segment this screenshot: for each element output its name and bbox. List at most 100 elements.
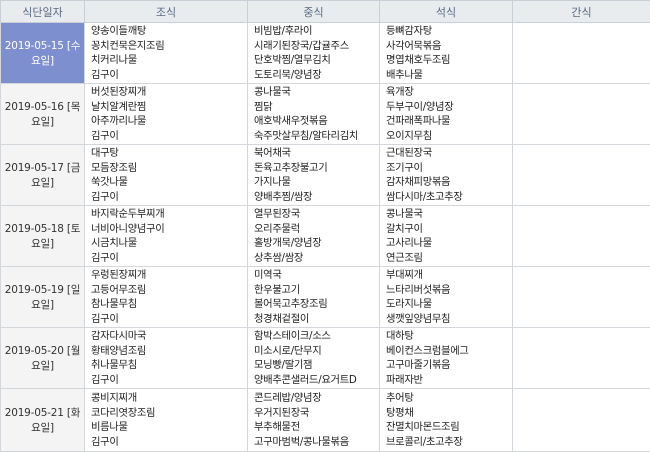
menu-item: 우거지된장국 xyxy=(254,406,379,421)
lunch-cell: 북어채국돈육고추장불고기가지나물양배추찜/쌈장 xyxy=(248,145,380,206)
snack-cell xyxy=(513,389,650,452)
menu-item: 김구이 xyxy=(91,435,247,450)
snack-cell xyxy=(513,84,650,145)
menu-item: 아주까리나물 xyxy=(91,114,247,129)
date-cell[interactable]: 2019-05-17 [금요일] xyxy=(1,145,85,206)
table-row[interactable]: 2019-05-15 [수요일]양송이들깨탕꽁치컨묵은지조림치커리나물김구이비빔… xyxy=(1,23,650,84)
date-cell[interactable]: 2019-05-16 [목요일] xyxy=(1,84,85,145)
menu-item: 황태양념조림 xyxy=(91,344,247,359)
menu-list: 비빔밥/후라이시래기된장국/갑귤주스단호박찜/열무김치도토리묵/양념장 xyxy=(254,24,379,82)
menu-item: 양배추콘샐러드/요거트D xyxy=(254,373,379,388)
menu-list: 콩비지찌개코다리엿장조림비름나물김구이 xyxy=(91,391,247,449)
menu-item: 오리주물럭 xyxy=(254,222,379,237)
snack-cell xyxy=(513,267,650,328)
menu-list: 감자다시마국황태양념조림취나물무침김구이 xyxy=(91,329,247,387)
meal-table-body: 2019-05-15 [수요일]양송이들깨탕꽁치컨묵은지조림치커리나물김구이비빔… xyxy=(1,23,650,452)
menu-item: 모닝빵/딸기잼 xyxy=(254,358,379,373)
menu-item: 김구이 xyxy=(91,251,247,266)
menu-item: 참나물무침 xyxy=(91,297,247,312)
menu-item: 가지나물 xyxy=(254,175,379,190)
menu-item: 콩나물국 xyxy=(254,85,379,100)
menu-item: 우렁된장찌개 xyxy=(91,268,247,283)
table-row[interactable]: 2019-05-17 [금요일]대구탕모듬장조림쑥갓나물김구이북어채국돈육고추장… xyxy=(1,145,650,206)
menu-item: 도토리묵/양념장 xyxy=(254,68,379,83)
menu-item: 찜닭 xyxy=(254,100,379,115)
menu-item: 김구이 xyxy=(91,129,247,144)
table-row[interactable]: 2019-05-20 [월요일]감자다시마국황태양념조림취나물무침김구이함박스테… xyxy=(1,328,650,389)
menu-item: 양배추찜/쌈장 xyxy=(254,190,379,205)
date-cell[interactable]: 2019-05-19 [일요일] xyxy=(1,267,85,328)
menu-item: 미소시로/단무지 xyxy=(254,344,379,359)
breakfast-cell: 양송이들깨탕꽁치컨묵은지조림치커리나물김구이 xyxy=(85,23,248,84)
dinner-cell: 육개장두부구이/양념장건파래폭파나물오이지무침 xyxy=(380,84,513,145)
lunch-cell: 열무된장국오리주물럭홀방개묵/양념장상추쌈/쌈장 xyxy=(248,206,380,267)
menu-list: 콘드레밥/양념장우거지된장국부추해물전고구마범벅/콩나물볶음 xyxy=(254,391,379,449)
menu-item: 대구탕 xyxy=(91,146,247,161)
menu-item: 탕평채 xyxy=(386,406,512,421)
breakfast-cell: 대구탕모듬장조림쑥갓나물김구이 xyxy=(85,145,248,206)
menu-list: 근대된장국조기구이감자채피망볶음쌈다시마/초고추장 xyxy=(386,146,512,204)
lunch-cell: 미역국한우불고기볼어묵고추장조림청경채겉절이 xyxy=(248,267,380,328)
menu-item: 꽁치컨묵은지조림 xyxy=(91,39,247,54)
menu-item: 바지락순두부찌개 xyxy=(91,207,247,222)
menu-item: 돈육고추장불고기 xyxy=(254,161,379,176)
header-lunch: 중식 xyxy=(248,1,380,23)
menu-list: 콩나물국갈치구이고사리나물연근조림 xyxy=(386,207,512,265)
date-cell[interactable]: 2019-05-15 [수요일] xyxy=(1,23,85,84)
menu-item: 버섯된장찌개 xyxy=(91,85,247,100)
menu-item: 애호박새우젓볶음 xyxy=(254,114,379,129)
menu-item: 콘드레밥/양념장 xyxy=(254,391,379,406)
menu-item: 쑥갓나물 xyxy=(91,175,247,190)
menu-list: 등뼈감자탕사각어묵볶음명엽채호두조림배추나물 xyxy=(386,24,512,82)
menu-item: 대하탕 xyxy=(386,329,512,344)
menu-item: 열무된장국 xyxy=(254,207,379,222)
table-row[interactable]: 2019-05-21 [화요일]콩비지찌개코다리엿장조림비름나물김구이콘드레밥/… xyxy=(1,389,650,452)
menu-list: 대하탕베이컨스크럼블에그고구마줄기볶음파래자반 xyxy=(386,329,512,387)
dinner-cell: 근대된장국조기구이감자채피망볶음쌈다시마/초고추장 xyxy=(380,145,513,206)
menu-item: 연근조림 xyxy=(386,251,512,266)
date-cell[interactable]: 2019-05-21 [화요일] xyxy=(1,389,85,452)
menu-item: 너비아니양념구이 xyxy=(91,222,247,237)
date-cell[interactable]: 2019-05-18 [토요일] xyxy=(1,206,85,267)
menu-item: 코다리엿장조림 xyxy=(91,406,247,421)
menu-item: 양송이들깨탕 xyxy=(91,24,247,39)
menu-item: 추어탕 xyxy=(386,391,512,406)
menu-item: 두부구이/양념장 xyxy=(386,100,512,115)
menu-list: 바지락순두부찌개너비아니양념구이시금치나물김구이 xyxy=(91,207,247,265)
menu-list: 콩나물국찜닭애호박새우젓볶음숙주맛살무침/알타리김치 xyxy=(254,85,379,143)
menu-item: 느타리버섯볶음 xyxy=(386,283,512,298)
lunch-cell: 함박스테이크/소스미소시로/단무지모닝빵/딸기잼양배추콘샐러드/요거트D xyxy=(248,328,380,389)
menu-item: 쌈다시마/초고추장 xyxy=(386,190,512,205)
menu-item: 취나물무침 xyxy=(91,358,247,373)
table-row[interactable]: 2019-05-18 [토요일]바지락순두부찌개너비아니양념구이시금치나물김구이… xyxy=(1,206,650,267)
snack-cell xyxy=(513,328,650,389)
menu-item: 치커리나물 xyxy=(91,53,247,68)
menu-list: 대구탕모듬장조림쑥갓나물김구이 xyxy=(91,146,247,204)
breakfast-cell: 우렁된장찌개고등어무조림참나물무침김구이 xyxy=(85,267,248,328)
menu-item: 홀방개묵/양념장 xyxy=(254,236,379,251)
menu-item: 김구이 xyxy=(91,312,247,327)
menu-item: 감자채피망볶음 xyxy=(386,175,512,190)
menu-item: 감자다시마국 xyxy=(91,329,247,344)
menu-item: 등뼈감자탕 xyxy=(386,24,512,39)
date-cell[interactable]: 2019-05-20 [월요일] xyxy=(1,328,85,389)
table-row[interactable]: 2019-05-19 [일요일]우렁된장찌개고등어무조림참나물무침김구이미역국한… xyxy=(1,267,650,328)
menu-item: 잔멸치마몬드조림 xyxy=(386,420,512,435)
table-row[interactable]: 2019-05-16 [목요일]버섯된장찌개날치알계란찜아주까리나물김구이콩나물… xyxy=(1,84,650,145)
menu-item: 미역국 xyxy=(254,268,379,283)
lunch-cell: 콘드레밥/양념장우거지된장국부추해물전고구마범벅/콩나물볶음 xyxy=(248,389,380,452)
header-snack: 간식 xyxy=(513,1,650,23)
menu-item: 고구마줄기볶음 xyxy=(386,358,512,373)
menu-list: 버섯된장찌개날치알계란찜아주까리나물김구이 xyxy=(91,85,247,143)
menu-item: 비름나물 xyxy=(91,420,247,435)
menu-item: 함박스테이크/소스 xyxy=(254,329,379,344)
menu-item: 건파래폭파나물 xyxy=(386,114,512,129)
snack-cell xyxy=(513,206,650,267)
dinner-cell: 등뼈감자탕사각어묵볶음명엽채호두조림배추나물 xyxy=(380,23,513,84)
breakfast-cell: 감자다시마국황태양념조림취나물무침김구이 xyxy=(85,328,248,389)
menu-item: 김구이 xyxy=(91,190,247,205)
lunch-cell: 비빔밥/후라이시래기된장국/갑귤주스단호박찜/열무김치도토리묵/양념장 xyxy=(248,23,380,84)
dinner-cell: 대하탕베이컨스크럼블에그고구마줄기볶음파래자반 xyxy=(380,328,513,389)
menu-list: 부대찌개느타리버섯볶음도라지나물생깻잎양념무침 xyxy=(386,268,512,326)
menu-list: 우렁된장찌개고등어무조림참나물무침김구이 xyxy=(91,268,247,326)
